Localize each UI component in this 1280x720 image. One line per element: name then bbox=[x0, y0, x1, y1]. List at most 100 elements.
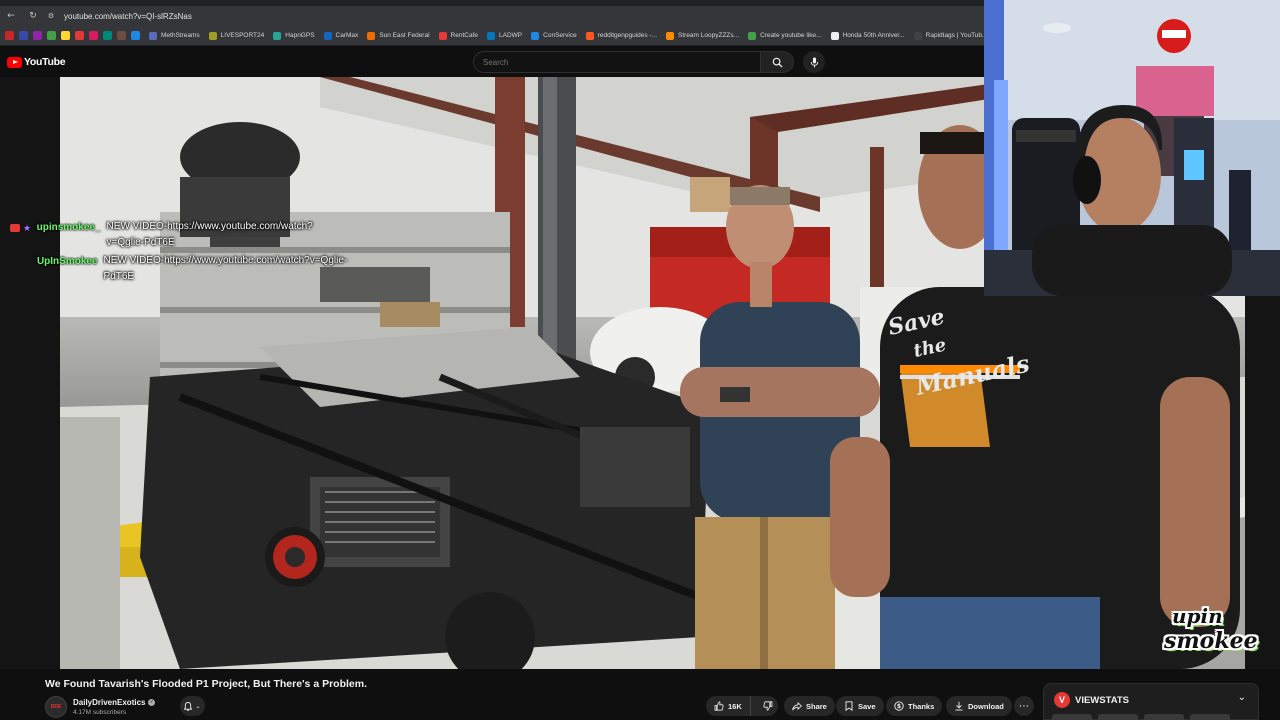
bookmark-label: Honda 50th Anniver... bbox=[842, 32, 905, 39]
bookmark-icon[interactable] bbox=[131, 31, 140, 40]
chevron-down-icon[interactable]: ⌄ bbox=[1238, 692, 1246, 703]
save-button[interactable]: Save bbox=[836, 696, 884, 716]
like-dislike-group: 16K bbox=[706, 696, 778, 716]
thumbs-down-icon bbox=[763, 701, 773, 711]
subscription-notification-button[interactable]: ⌄ bbox=[180, 696, 205, 716]
download-icon bbox=[955, 701, 963, 711]
viewstats-panel[interactable]: V VIEWSTATS ⌄ bbox=[1043, 683, 1259, 720]
bookmark-icon[interactable] bbox=[47, 31, 56, 40]
stream-chat-overlay: ★ upinsmokee_ NEW VIDEO-https://www.youtub… bbox=[10, 221, 350, 290]
bookmark-label: Sun East Federal bbox=[379, 32, 430, 39]
bookmark-item[interactable]: Honda 50th Anniver... bbox=[830, 31, 905, 40]
viewstats-logo-icon: V bbox=[1054, 692, 1070, 708]
bookmark-label: CarMax bbox=[335, 32, 359, 39]
viewstats-tab[interactable] bbox=[1052, 714, 1092, 720]
verified-icon: ✓ bbox=[148, 699, 156, 707]
viewstats-tabs bbox=[1052, 714, 1252, 720]
bookmark-label: Rapidtags | YouTub... bbox=[925, 32, 984, 39]
streamer-webcam bbox=[984, 0, 1280, 296]
bookmark-icon[interactable] bbox=[117, 31, 126, 40]
bookmark-item[interactable]: RentCafe bbox=[438, 31, 479, 40]
bookmark-icon[interactable] bbox=[103, 31, 112, 40]
chat-message-text: NEW VIDEO-https://www.youtube.com/watch?… bbox=[106, 221, 313, 248]
stream-logo-line-2: smokee bbox=[1164, 628, 1258, 654]
back-icon[interactable]: ← bbox=[0, 11, 22, 21]
share-button[interactable]: Share bbox=[784, 696, 835, 716]
thanks-button[interactable]: $ Thanks bbox=[886, 696, 943, 716]
subscriber-count: 4.17M subscribers bbox=[73, 709, 127, 716]
chat-badges: ★ bbox=[10, 222, 37, 251]
bookmark-item[interactable]: Create youtube like... bbox=[748, 31, 822, 40]
thanks-label: Thanks bbox=[908, 701, 935, 711]
bookmark-label: RentCafe bbox=[450, 32, 479, 39]
bookmark-icon[interactable] bbox=[5, 31, 14, 40]
bookmarks-bar: MethStreams LIVESPORT24 HapnGPS CarMax Sun E… bbox=[0, 26, 984, 46]
bookmark-icon[interactable] bbox=[33, 31, 42, 40]
viewstats-label: VIEWSTATS bbox=[1075, 695, 1130, 706]
thanks-heart-dollar-icon: $ bbox=[894, 701, 904, 711]
voice-search-button[interactable] bbox=[803, 51, 825, 73]
chevron-down-icon: ⌄ bbox=[195, 702, 201, 710]
bookmark-item[interactable]: LIVESPORT24 bbox=[208, 31, 264, 40]
bookmark-item[interactable]: Rapidtags | YouTub... bbox=[913, 31, 984, 40]
browser-address-bar: ← ↻ ⚙ youtube.com/watch?v=QI-slRZsNas bbox=[0, 6, 984, 26]
search-icon bbox=[772, 57, 783, 68]
url-field[interactable]: youtube.com/watch?v=QI-slRZsNas bbox=[64, 12, 192, 21]
more-actions-button[interactable]: ⋯ bbox=[1014, 696, 1034, 716]
bookmark-item[interactable]: redditgenpguides -... bbox=[585, 31, 658, 40]
bookmark-item[interactable]: CarMax bbox=[323, 31, 359, 40]
bookmark-item[interactable]: Sun East Federal bbox=[367, 31, 430, 40]
bookmark-icon[interactable] bbox=[75, 31, 84, 40]
channel-avatar[interactable]: DDE bbox=[45, 696, 67, 718]
bookmark-item[interactable]: ConService bbox=[531, 31, 577, 40]
bookmark-favicon-icon bbox=[748, 31, 757, 40]
viewstats-tab[interactable] bbox=[1144, 714, 1184, 720]
bookmark-favicon-icon bbox=[666, 31, 675, 40]
chat-username: UpInSmokee bbox=[36, 256, 98, 267]
bookmark-favicon-icon bbox=[585, 31, 594, 40]
bookmark-icon[interactable] bbox=[89, 31, 98, 40]
dislike-button[interactable] bbox=[755, 696, 781, 716]
like-button[interactable]: 16K bbox=[706, 696, 751, 716]
channel-name[interactable]: DailyDrivenExotics ✓ bbox=[73, 698, 156, 707]
chat-message: UpInSmokee NEW VIDEO-https://www.youtube.… bbox=[10, 255, 350, 285]
bookmark-item[interactable]: MethStreams bbox=[149, 31, 200, 40]
channel-name-text[interactable]: DailyDrivenExotics bbox=[73, 698, 145, 707]
site-info-icon[interactable]: ⚙ bbox=[44, 12, 58, 20]
search-button[interactable] bbox=[761, 51, 794, 73]
bookmark-favicon-icon bbox=[913, 31, 922, 40]
bookmark-icon[interactable] bbox=[19, 31, 28, 40]
bookmark-favicon-icon bbox=[367, 31, 376, 40]
broadcaster-badge-icon bbox=[10, 224, 20, 232]
thumbs-up-icon bbox=[714, 701, 724, 711]
more-horizontal-icon: ⋯ bbox=[1019, 700, 1029, 712]
share-icon bbox=[792, 701, 802, 710]
bookmark-label: MethStreams bbox=[161, 32, 200, 39]
bookmark-item[interactable]: HapnGPS bbox=[273, 31, 315, 40]
bell-icon bbox=[184, 701, 193, 711]
reload-icon[interactable]: ↻ bbox=[22, 11, 44, 21]
chat-username: upinsmokee_ bbox=[36, 222, 101, 233]
bookmark-item[interactable]: Stream LoopyZZZs... bbox=[666, 31, 739, 40]
youtube-logo-text: YouTube bbox=[24, 56, 66, 68]
youtube-play-icon bbox=[7, 56, 22, 68]
playlist-add-icon bbox=[845, 701, 853, 711]
search-input[interactable] bbox=[474, 52, 760, 73]
viewstats-tab[interactable] bbox=[1190, 714, 1230, 720]
bookmark-favicon-icon bbox=[273, 31, 282, 40]
chat-message-text: NEW VIDEO-https://www.youtube.com/watch?… bbox=[103, 255, 348, 282]
download-button[interactable]: Download bbox=[946, 696, 1012, 716]
viewstats-tab[interactable] bbox=[1098, 714, 1138, 720]
bookmark-item[interactable]: LADWP bbox=[487, 31, 522, 40]
bookmark-label: redditgenpguides -... bbox=[597, 32, 658, 39]
bookmark-icon[interactable] bbox=[61, 31, 70, 40]
svg-text:$: $ bbox=[897, 703, 901, 710]
download-label: Download bbox=[968, 701, 1004, 711]
bookmark-favicon-icon bbox=[830, 31, 839, 40]
youtube-logo[interactable]: YouTube bbox=[7, 56, 66, 68]
bookmark-favicon-icon bbox=[438, 31, 447, 40]
stream-logo-line-1: upin bbox=[1172, 604, 1223, 628]
youtube-masthead: YouTube bbox=[0, 47, 984, 77]
search-box[interactable] bbox=[473, 51, 761, 73]
bookmark-label: HapnGPS bbox=[285, 32, 315, 39]
